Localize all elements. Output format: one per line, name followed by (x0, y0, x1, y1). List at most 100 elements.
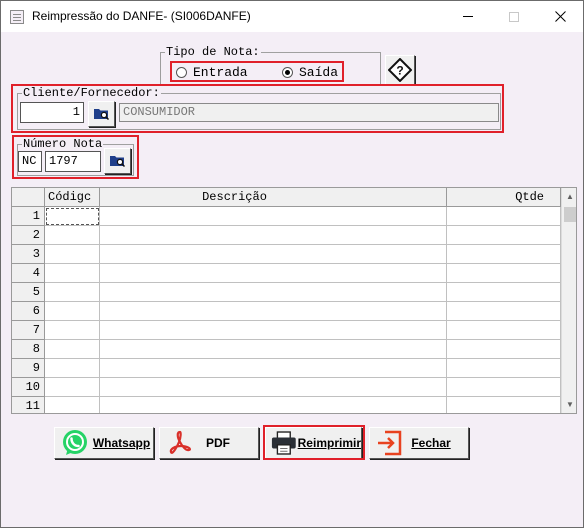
cell-codigo[interactable] (45, 226, 100, 245)
radio-entrada-label: Entrada (193, 65, 248, 80)
cell-descricao[interactable] (100, 302, 447, 321)
cell-codigo[interactable] (45, 340, 100, 359)
cell-qtde[interactable] (447, 302, 561, 321)
folder-search-icon (93, 109, 109, 121)
cell-qtde[interactable] (447, 378, 561, 397)
cell-descricao[interactable] (100, 340, 447, 359)
minimize-icon (463, 16, 473, 17)
cell-descricao[interactable] (100, 264, 447, 283)
col-header-codigo[interactable]: Códigc (45, 188, 100, 207)
cliente-search-button[interactable] (88, 101, 115, 127)
table-row[interactable]: 10 (12, 378, 561, 397)
whatsapp-button[interactable]: Whatsapp (54, 427, 154, 459)
svg-text:?: ? (396, 64, 403, 78)
cell-qtde[interactable] (447, 397, 561, 413)
cell-codigo[interactable] (45, 283, 100, 302)
fechar-button[interactable]: Fechar (369, 427, 469, 459)
row-number: 11 (12, 397, 45, 413)
tipo-nota-legend: Tipo de Nota: (166, 45, 260, 59)
row-number: 7 (12, 321, 45, 340)
grid-header: Códigc Descrição Qtde (12, 188, 561, 207)
cell-codigo[interactable] (45, 245, 100, 264)
cell-descricao[interactable] (100, 359, 447, 378)
table-row[interactable]: 9 (12, 359, 561, 378)
table-row[interactable]: 7 (12, 321, 561, 340)
maximize-icon (509, 11, 519, 22)
table-row[interactable]: 5 (12, 283, 561, 302)
fechar-label: Fechar (411, 436, 451, 450)
nota-number-field[interactable]: 1797 (45, 151, 101, 172)
reimprimir-button[interactable]: Reimprimir (265, 427, 362, 459)
folder-search-icon (109, 156, 125, 168)
table-row[interactable]: 8 (12, 340, 561, 359)
scroll-thumb[interactable] (564, 207, 576, 222)
pdf-button[interactable]: PDF (159, 427, 259, 459)
cell-qtde[interactable] (447, 340, 561, 359)
cell-codigo[interactable] (45, 321, 100, 340)
cell-qtde[interactable] (447, 226, 561, 245)
cell-qtde[interactable] (447, 283, 561, 302)
maximize-button (491, 1, 537, 32)
radio-saida-dot (282, 67, 293, 78)
cliente-code-field[interactable]: 1 (20, 102, 84, 123)
cell-descricao[interactable] (100, 283, 447, 302)
cell-codigo[interactable] (45, 378, 100, 397)
pdf-icon (169, 430, 191, 454)
cell-qtde[interactable] (447, 321, 561, 340)
cell-qtde[interactable] (447, 245, 561, 264)
table-row[interactable]: 3 (12, 245, 561, 264)
danfe-reprint-window: Reimpressão do DANFE- (SI006DANFE) Tipo … (0, 0, 584, 528)
row-number: 2 (12, 226, 45, 245)
cell-qtde[interactable] (447, 359, 561, 378)
nota-series-field[interactable]: NC (18, 151, 42, 172)
reimprimir-label: Reimprimir (297, 436, 361, 450)
cell-codigo[interactable] (45, 302, 100, 321)
cell-qtde[interactable] (447, 264, 561, 283)
table-row[interactable]: 4 (12, 264, 561, 283)
col-header-descricao[interactable]: Descrição (100, 188, 447, 207)
table-row[interactable]: 6 (12, 302, 561, 321)
cliente-name-field: CONSUMIDOR (119, 103, 499, 122)
radio-entrada[interactable]: Entrada (176, 65, 248, 80)
cell-descricao[interactable] (100, 397, 447, 413)
cell-codigo[interactable] (45, 397, 100, 413)
cell-descricao[interactable] (100, 245, 447, 264)
whatsapp-icon (63, 430, 87, 455)
cell-descricao[interactable] (100, 378, 447, 397)
help-diamond-icon: ? (388, 58, 412, 82)
row-number: 8 (12, 340, 45, 359)
cell-descricao[interactable] (100, 207, 447, 226)
pdf-label: PDF (206, 436, 230, 450)
radio-saida[interactable]: Saída (282, 65, 338, 80)
window-title: Reimpressão do DANFE- (SI006DANFE) (32, 9, 251, 23)
row-number: 5 (12, 283, 45, 302)
help-button[interactable]: ? (385, 55, 415, 85)
row-number: 9 (12, 359, 45, 378)
cell-codigo[interactable] (45, 207, 100, 226)
grid-corner (12, 188, 45, 207)
row-number: 4 (12, 264, 45, 283)
row-number: 3 (12, 245, 45, 264)
scroll-down-icon[interactable]: ▼ (562, 396, 576, 413)
printer-icon (271, 431, 296, 455)
numero-nota-legend: Número Nota (23, 137, 103, 151)
minimize-button[interactable] (445, 1, 491, 32)
grid-vertical-scrollbar[interactable]: ▲ ▼ (561, 188, 576, 413)
cell-codigo[interactable] (45, 359, 100, 378)
table-row[interactable]: 1 (12, 207, 561, 226)
scroll-up-icon[interactable]: ▲ (562, 188, 576, 205)
col-header-qtde[interactable]: Qtde (447, 188, 561, 207)
radio-saida-label: Saída (299, 65, 339, 80)
items-grid[interactable]: Códigc Descrição Qtde 1 2 3 4 5 6 7 8 9 … (11, 187, 577, 414)
table-row[interactable]: 2 (12, 226, 561, 245)
table-row[interactable]: 11 (12, 397, 561, 413)
cell-qtde[interactable] (447, 207, 561, 226)
cell-descricao[interactable] (100, 226, 447, 245)
cell-descricao[interactable] (100, 321, 447, 340)
nota-search-button[interactable] (104, 148, 131, 174)
row-number: 6 (12, 302, 45, 321)
cliente-legend: Cliente/Fornecedor: (23, 86, 160, 100)
app-icon (10, 10, 24, 24)
cell-codigo[interactable] (45, 264, 100, 283)
close-button[interactable] (537, 1, 583, 32)
